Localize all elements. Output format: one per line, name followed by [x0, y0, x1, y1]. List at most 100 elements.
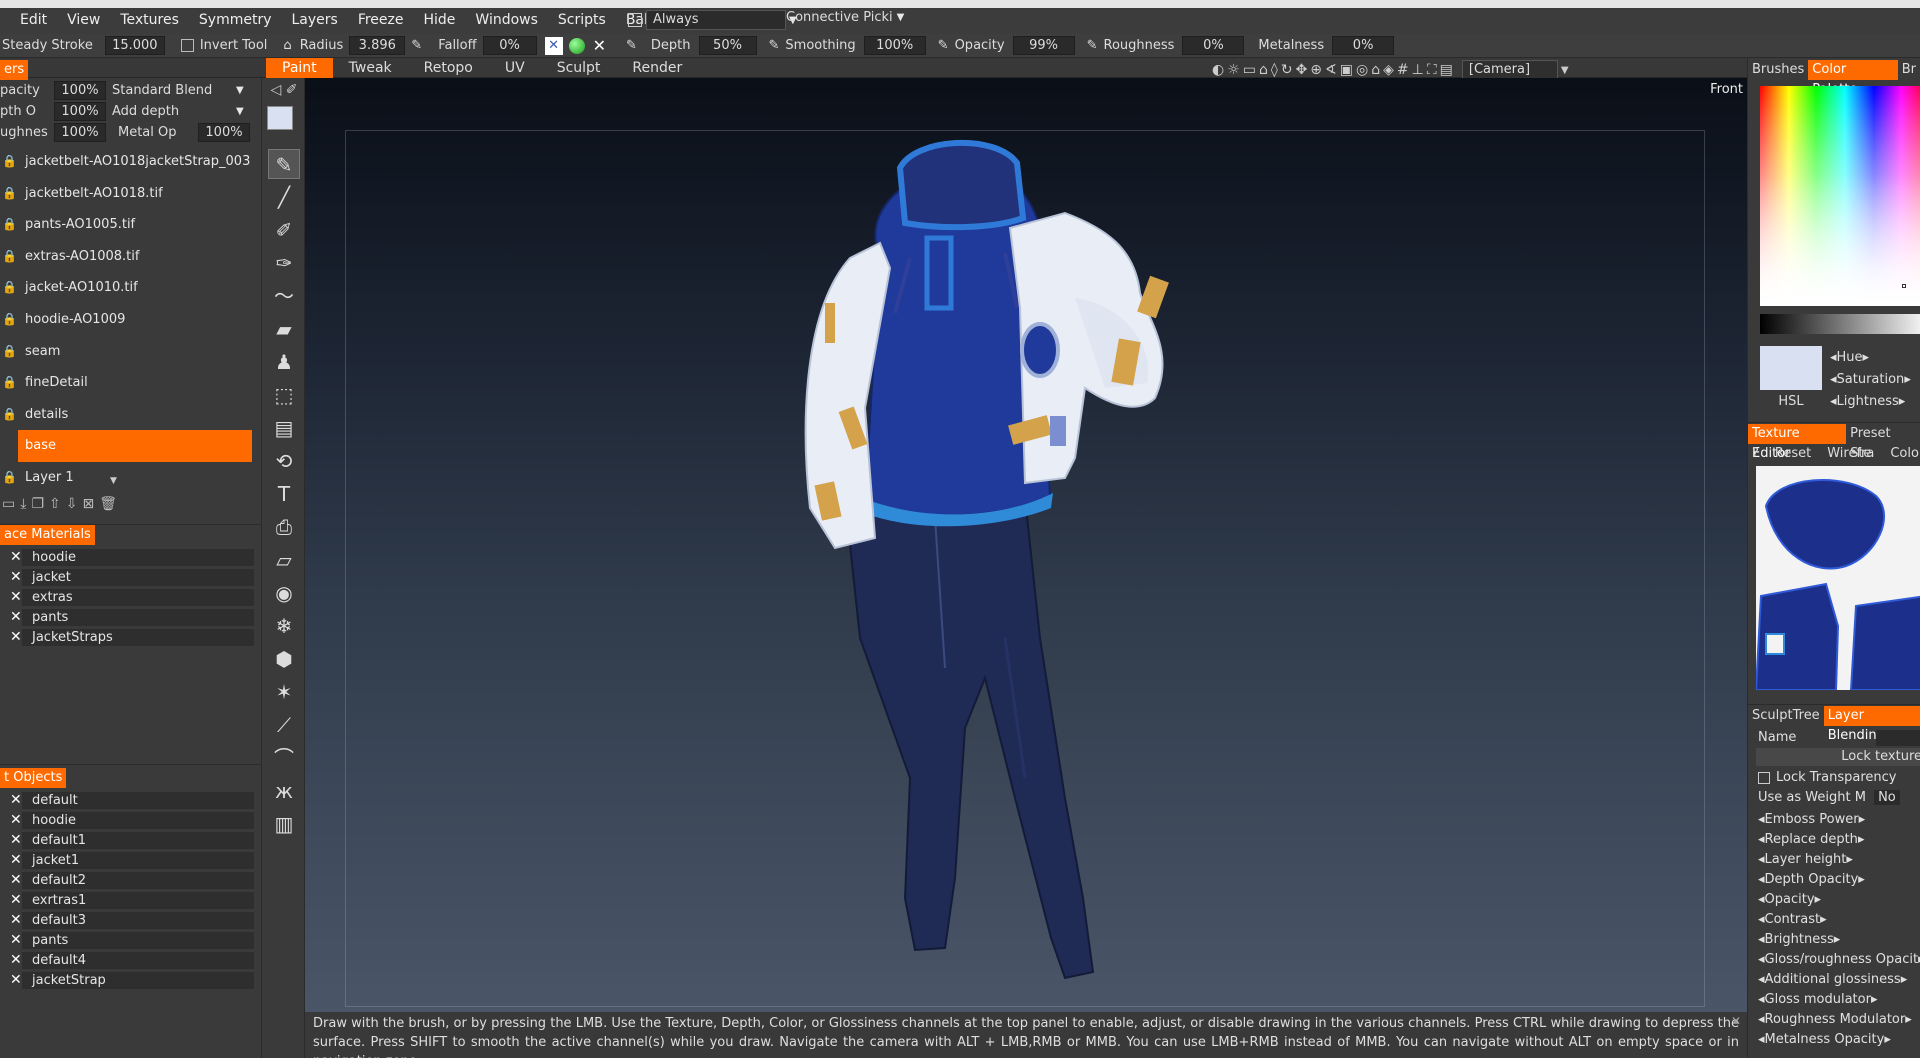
tab-render[interactable]: Render	[616, 58, 698, 78]
lock-icon[interactable]: 🔒	[2, 367, 17, 399]
knife-tool-icon[interactable]: ⟋	[268, 710, 300, 740]
document-tool-icon[interactable]: ▤	[268, 413, 300, 443]
roughness-field[interactable]: 0%	[1182, 36, 1245, 55]
fullscreen-icon[interactable]: ⛶	[1427, 62, 1437, 78]
lock-texture-button[interactable]: Lock texture	[1756, 748, 1920, 766]
objects-tab-label[interactable]: t Objects	[0, 768, 67, 788]
download-icon[interactable]: ⤓	[20, 496, 26, 512]
list-item[interactable]: ✕ hoodie	[0, 810, 262, 830]
tab-texture-editor[interactable]: Texture Editor	[1748, 424, 1847, 461]
layer-item[interactable]: 🔒 jacketbelt-AO1018.tif	[0, 178, 262, 210]
layer-prop-slider[interactable]: ◂Brightness▸	[1748, 930, 1920, 950]
layer-prop-slider[interactable]: ◂Contrast▸	[1748, 910, 1920, 930]
pencil-icon[interactable]: ✎	[626, 38, 637, 53]
roughness-opacity-field[interactable]: 100%	[54, 123, 106, 142]
smudge-tool-icon[interactable]: ✐	[268, 215, 300, 245]
smoothing-field[interactable]: 100%	[863, 36, 926, 55]
list-item[interactable]: ✕ pants	[0, 930, 262, 950]
close-icon[interactable]: ✕	[10, 870, 22, 890]
menu-item-scripts[interactable]: Scripts	[548, 10, 616, 30]
color-swatch[interactable]	[267, 106, 293, 130]
materials-tab[interactable]: ace Materials	[0, 525, 95, 545]
weight-row[interactable]: Use as Weight M No	[1748, 788, 1900, 808]
falloff-field[interactable]: 0%	[482, 36, 537, 55]
menu-item-windows[interactable]: Windows	[465, 10, 548, 30]
trash-icon[interactable]: 🗑	[99, 496, 117, 512]
tab-uv[interactable]: UV	[489, 58, 541, 78]
close-icon[interactable]: ✕	[10, 790, 22, 810]
layer-prop-slider[interactable]: ◂Gloss/roughness Opacit▸	[1748, 950, 1920, 970]
snowflake-icon[interactable]: ❄	[268, 611, 300, 641]
close-icon[interactable]: ✕	[593, 36, 606, 55]
layer-prop-slider[interactable]: ◂Emboss Power▸	[1748, 810, 1920, 830]
chevron-down-icon[interactable]: ▼	[110, 476, 117, 486]
close-icon[interactable]: ✕	[10, 587, 22, 607]
list-item[interactable]: ✕ jacketStrap	[0, 970, 262, 990]
image-icon[interactable]: ▤	[1440, 62, 1453, 78]
saturation-label[interactable]: ◂Saturation▸	[1820, 370, 1911, 390]
list-item[interactable]: ✕ default3	[0, 910, 262, 930]
folder-icon[interactable]: ▭	[2, 496, 15, 512]
list-item[interactable]: ✕ JacketStraps	[0, 627, 262, 647]
frame-icon[interactable]: ▣	[1340, 62, 1353, 78]
list-item[interactable]: ✕ pants	[0, 607, 262, 627]
chevron-down-icon[interactable]: ▼	[897, 12, 905, 23]
mouse-icon[interactable]: ⌂	[283, 38, 291, 53]
layer-item[interactable]: 🔒 fineDetail	[0, 367, 262, 399]
iron-tool-icon[interactable]: ⌒	[268, 743, 300, 773]
objects-tab[interactable]: t Objects	[0, 768, 67, 788]
opacity-field[interactable]: 99%	[1012, 36, 1075, 55]
layer-prop-slider[interactable]: ◂Additional glossiness▸	[1748, 970, 1920, 990]
close-icon[interactable]: ✕	[10, 970, 22, 990]
texture-tool-button[interactable]: Wirefra	[1823, 444, 1878, 464]
menu-item-view[interactable]: View	[57, 10, 110, 30]
layer-item[interactable]: 🔒 jacketbelt-AO1018jacketStrap_003	[0, 146, 262, 178]
line-tool-icon[interactable]: ╱	[268, 182, 300, 212]
radius-label[interactable]: Radius	[300, 38, 344, 53]
close-icon[interactable]: ✕	[1731, 1012, 1741, 1031]
layer-item[interactable]: 🔒 jacket-AO1010.tif	[0, 272, 262, 304]
page-tool-icon[interactable]: ⎙	[268, 512, 300, 542]
arrow-up-icon[interactable]: ⇧	[49, 496, 61, 512]
select-tool-icon[interactable]: ⬚	[268, 380, 300, 410]
roughness-label[interactable]: Roughness	[1104, 38, 1175, 53]
always-select[interactable]: Always	[646, 10, 786, 30]
blend-mode-select[interactable]: Standard Blend	[112, 83, 212, 98]
layer-item[interactable]: 🔒 seam	[0, 336, 262, 368]
lock-icon[interactable]: 🔒	[2, 178, 17, 210]
rotate-icon[interactable]: ↻	[1281, 62, 1293, 78]
zoom-icon[interactable]: ⊕	[1310, 62, 1322, 78]
lock-transparency-row[interactable]: Lock Transparency	[1748, 768, 1897, 788]
tab-layer-blending[interactable]: Layer Blending	[1823, 706, 1920, 743]
brush-tool-icon[interactable]: ✎	[268, 149, 300, 179]
tab-preset-ste[interactable]: Preset Ste	[1846, 424, 1920, 461]
close-icon[interactable]: ✕	[544, 36, 563, 55]
picking-label[interactable]: Connective Picki	[786, 10, 893, 25]
close-icon[interactable]: ✕	[10, 930, 22, 950]
steady-stroke-field[interactable]: 15.000	[104, 36, 165, 55]
menu-item-freeze[interactable]: Freeze	[348, 10, 414, 30]
list-item[interactable]: ✕ default1	[0, 830, 262, 850]
lock-icon[interactable]: 🔒	[2, 146, 17, 178]
pipette-icon[interactable]: ✎	[411, 38, 422, 53]
layer-item[interactable]: 🔒 hoodie-AO1009	[0, 304, 262, 336]
tab-color-palette[interactable]: Color Palette	[1808, 60, 1898, 97]
pencil-icon[interactable]: ✎	[938, 38, 949, 53]
color-picker-cursor[interactable]	[1902, 284, 1906, 288]
always-checkbox[interactable]	[628, 13, 642, 27]
list-item[interactable]: ✕ exrtras1	[0, 890, 262, 910]
curve-tool-icon[interactable]: 〜	[268, 281, 300, 311]
lock-transparency-checkbox[interactable]	[1758, 772, 1770, 784]
drop-icon[interactable]: ◊	[1271, 62, 1278, 78]
text-tool-icon[interactable]: T	[268, 479, 300, 509]
close-icon[interactable]: ✕	[10, 810, 22, 830]
close-icon[interactable]: ✕	[10, 627, 22, 647]
menu-item-symmetry[interactable]: Symmetry	[189, 10, 282, 30]
metal-opacity-field[interactable]: 100%	[198, 123, 250, 142]
close-icon[interactable]: ✕	[10, 850, 22, 870]
opacity-label[interactable]: Opacity	[955, 38, 1005, 53]
name-field[interactable]	[1876, 730, 1920, 746]
tab-br[interactable]: Br	[1898, 60, 1920, 80]
falloff-label[interactable]: Falloff	[438, 38, 476, 53]
lock-icon[interactable]: 🔒	[2, 462, 17, 494]
